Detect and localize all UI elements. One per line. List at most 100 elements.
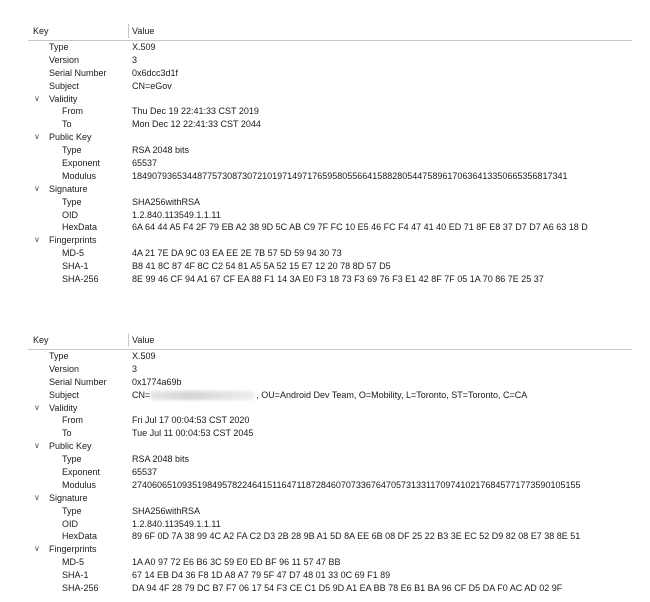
- tree-row[interactable]: To Tue Jul 11 00:04:53 CST 2045: [28, 427, 632, 440]
- tree-group-row[interactable]: ∨ Validity: [28, 93, 632, 106]
- row-value: SHA256withRSA: [132, 505, 201, 516]
- value-column-header[interactable]: Value: [132, 335, 154, 345]
- certificate-table-1: Key Value Type X.509 Version 3 Serial Number…: [28, 22, 632, 286]
- tree-row[interactable]: Modulus 184907936534487757308730721019714…: [28, 170, 632, 183]
- row-key: Type: [49, 351, 69, 361]
- row-value: RSA 2048 bits: [132, 145, 190, 156]
- tree-group-row[interactable]: ∨ Public Key: [28, 440, 632, 453]
- row-value: 1.2.840.113549.1.1.11: [132, 209, 221, 220]
- tree-group-row[interactable]: ∨ Signature: [28, 492, 632, 505]
- row-value: 1849079365344877573087307210197149717659…: [132, 170, 568, 181]
- row-value: 0x6dcc3d1f: [132, 67, 179, 78]
- row-key: Public Key: [49, 132, 92, 143]
- tree-row[interactable]: SHA-1 67 14 EB D4 36 F8 1D A8 A7 79 5F 47…: [28, 569, 632, 582]
- row-value: X.509: [132, 351, 156, 361]
- row-key: From: [62, 106, 83, 117]
- row-value: 67 14 EB D4 36 F8 1D A8 A7 79 5F 47 D7 4…: [132, 570, 391, 581]
- tree-row[interactable]: Type X.509: [28, 41, 632, 54]
- tree-row[interactable]: Type X.509: [28, 350, 632, 363]
- row-key: Modulus: [62, 170, 97, 181]
- row-key: Type: [62, 196, 82, 207]
- disclosure-chevron-icon[interactable]: ∨: [34, 183, 40, 196]
- tree-row[interactable]: Exponent 65537: [28, 157, 632, 170]
- tree-row[interactable]: HexData 6A 64 44 A5 F4 2F 79 EB A2 38 9D …: [28, 221, 632, 234]
- row-key: Validity: [49, 93, 78, 104]
- tree-row[interactable]: SHA-256 8E 99 46 CF 94 A1 67 CF EA 88 F1 …: [28, 273, 632, 286]
- tree-group-row[interactable]: ∨ Signature: [28, 183, 632, 196]
- row-key: Subject: [49, 80, 80, 91]
- subject-suffix: , OU=Android Dev Team, O=Mobility, L=Tor…: [256, 389, 528, 400]
- row-key: Fingerprints: [49, 544, 97, 555]
- row-value: X.509: [132, 42, 156, 52]
- row-key: Type: [62, 505, 82, 516]
- column-divider[interactable]: [128, 24, 129, 38]
- row-key: OID: [62, 209, 79, 220]
- value-column-header[interactable]: Value: [132, 26, 154, 36]
- tree-row[interactable]: Version 3: [28, 54, 632, 67]
- tree-row[interactable]: HexData 89 6F 0D 7A 38 99 4C A2 FA C2 D3 …: [28, 530, 632, 543]
- row-key: Exponent: [62, 158, 101, 169]
- tree-row[interactable]: Type RSA 2048 bits: [28, 453, 632, 466]
- row-value: Tue Jul 11 00:04:53 CST 2045: [132, 428, 254, 439]
- row-key: To: [62, 428, 72, 439]
- row-value: 6A 64 44 A5 F4 2F 79 EB A2 38 9D 5C AB C…: [132, 222, 588, 233]
- tree-row[interactable]: SHA-1 B8 41 8C 87 4F 8C C2 54 81 A5 5A 52…: [28, 260, 632, 273]
- row-value: CN=eGov: [132, 80, 172, 91]
- tree-row[interactable]: To Mon Dec 12 22:41:33 CST 2044: [28, 118, 632, 131]
- row-value: 1.2.840.113549.1.1.11: [132, 518, 221, 529]
- disclosure-chevron-icon[interactable]: ∨: [34, 543, 40, 556]
- row-key: From: [62, 415, 83, 426]
- disclosure-chevron-icon[interactable]: ∨: [34, 440, 40, 453]
- row-key: Validity: [49, 402, 78, 413]
- tree-group-row[interactable]: ∨ Fingerprints: [28, 543, 632, 556]
- row-key: Public Key: [49, 441, 92, 452]
- tree-row[interactable]: MD-5 4A 21 7E DA 9C 03 EA EE 2E 7B 57 5D …: [28, 247, 632, 260]
- key-column-header[interactable]: Key: [33, 26, 49, 36]
- tree-row[interactable]: Type SHA256withRSA: [28, 196, 632, 209]
- tree-row[interactable]: Subject CN= , OU=Android Dev Team, O=Mobil…: [28, 389, 632, 402]
- tree-row[interactable]: OID 1.2.840.113549.1.1.11: [28, 518, 632, 531]
- row-value: Thu Dec 19 22:41:33 CST 2019: [132, 106, 259, 117]
- tree-row[interactable]: Type SHA256withRSA: [28, 505, 632, 518]
- tree-row[interactable]: Type RSA 2048 bits: [28, 144, 632, 157]
- tree-row[interactable]: Version 3: [28, 363, 632, 376]
- row-value: 4A 21 7E DA 9C 03 EA EE 2E 7B 57 5D 59 9…: [132, 248, 342, 259]
- tree-row[interactable]: Serial Number 0x6dcc3d1f: [28, 67, 632, 80]
- tree-row[interactable]: MD-5 1A A0 97 72 E6 B6 3C 59 E0 ED BF 96 …: [28, 556, 632, 569]
- disclosure-chevron-icon[interactable]: ∨: [34, 234, 40, 247]
- tree-row[interactable]: Subject CN=eGov: [28, 80, 632, 93]
- certificate-table-2: Key Value Type X.509 Version 3 Serial Number…: [28, 331, 632, 595]
- tree-row[interactable]: OID 1.2.840.113549.1.1.11: [28, 209, 632, 222]
- column-divider[interactable]: [128, 333, 129, 347]
- disclosure-chevron-icon[interactable]: ∨: [34, 402, 40, 415]
- row-value: 65537: [132, 467, 158, 478]
- disclosure-chevron-icon[interactable]: ∨: [34, 131, 40, 144]
- row-key: Type: [62, 454, 82, 465]
- row-key: SHA-1: [62, 570, 89, 581]
- row-key: Fingerprints: [49, 235, 97, 246]
- tree-row[interactable]: Modulus 274060651093519849578224641511647…: [28, 479, 632, 492]
- row-key: MD-5: [62, 248, 84, 259]
- tree-group-row[interactable]: ∨ Validity: [28, 402, 632, 415]
- row-key: Version: [49, 363, 80, 374]
- disclosure-chevron-icon[interactable]: ∨: [34, 492, 40, 505]
- tree-row[interactable]: From Thu Dec 19 22:41:33 CST 2019: [28, 105, 632, 118]
- row-key: SHA-256: [62, 274, 99, 285]
- tree-row[interactable]: From Fri Jul 17 00:04:53 CST 2020: [28, 414, 632, 427]
- row-key: Type: [49, 42, 69, 52]
- tree-row[interactable]: Exponent 65537: [28, 466, 632, 479]
- row-key: SHA-256: [62, 583, 99, 594]
- tree-group-row[interactable]: ∨ Fingerprints: [28, 234, 632, 247]
- key-column-header[interactable]: Key: [33, 335, 49, 345]
- certificate-rows: Type X.509 Version 3 Serial Number 0x6dcc3d1f…: [28, 41, 632, 286]
- row-value: Fri Jul 17 00:04:53 CST 2020: [132, 415, 250, 426]
- disclosure-chevron-icon[interactable]: ∨: [34, 93, 40, 106]
- row-key: Version: [49, 54, 80, 65]
- tree-row[interactable]: SHA-256 DA 94 4F 28 79 DC B7 F7 06 17 54 …: [28, 582, 632, 595]
- row-key: Type: [62, 145, 82, 156]
- row-key: Serial Number: [49, 67, 107, 78]
- redacted-blur: [150, 390, 255, 400]
- row-key: Signature: [49, 183, 88, 194]
- tree-row[interactable]: Serial Number 0x1774a69b: [28, 376, 632, 389]
- tree-group-row[interactable]: ∨ Public Key: [28, 131, 632, 144]
